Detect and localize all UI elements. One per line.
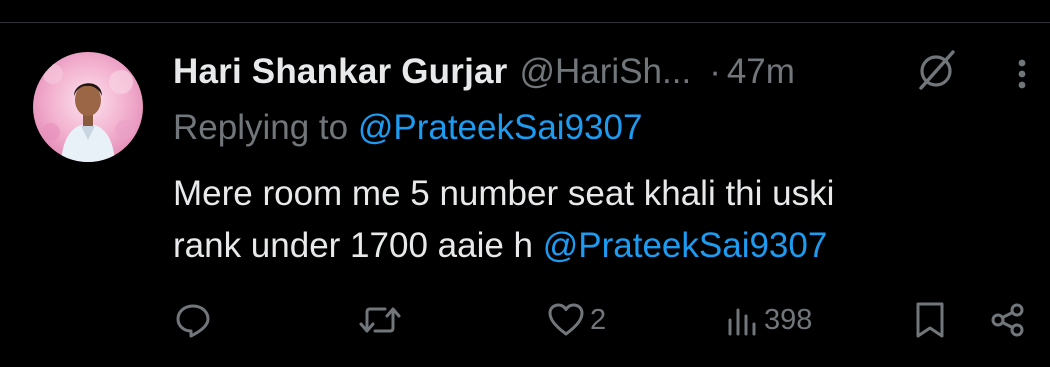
top-divider: [0, 22, 1050, 23]
share-button[interactable]: [988, 298, 1028, 342]
more-vertical-icon[interactable]: [1010, 54, 1034, 94]
like-button[interactable]: 2: [546, 298, 606, 342]
views-button[interactable]: 398: [726, 298, 812, 342]
tweet-text-line: Mere room me 5 number seat khali thi usk…: [173, 174, 835, 213]
tweet-timestamp[interactable]: 47m: [727, 52, 795, 92]
tweet-mention-link[interactable]: @PrateekSai9307: [543, 226, 828, 265]
user-avatar-photo-icon: [42, 64, 135, 162]
replying-to-line: Replying to @PrateekSai9307: [173, 108, 642, 148]
replying-to-mention-link[interactable]: @PrateekSai9307: [358, 108, 643, 147]
tweet-text-line: rank under 1700 aaie h @PrateekSai9307: [173, 220, 993, 272]
reply-icon: [176, 304, 210, 338]
repost-button[interactable]: [357, 298, 407, 342]
avatar[interactable]: [33, 52, 143, 162]
views-chart-icon: [728, 308, 756, 336]
author-display-name[interactable]: Hari Shankar Gurjar: [173, 52, 508, 92]
bookmark-button[interactable]: [912, 298, 948, 342]
replying-to-label: Replying to: [173, 108, 358, 147]
tweet-text: Mere room me 5 number seat khali thi usk…: [173, 168, 993, 272]
heart-icon: [548, 303, 584, 336]
views-count: 398: [764, 303, 813, 336]
grok-icon[interactable]: [913, 48, 959, 94]
repost-icon: [359, 307, 401, 333]
like-count: 2: [590, 303, 607, 336]
tweet-header: Hari Shankar Gurjar @HariSh... · 47m: [173, 50, 973, 94]
separator-dot: ·: [709, 52, 721, 91]
reply-button[interactable]: [173, 298, 217, 342]
bookmark-icon: [916, 302, 944, 338]
share-icon: [991, 303, 1024, 337]
tweet-text-segment: rank under 1700 aaie h: [173, 226, 543, 265]
author-handle[interactable]: @HariSh...: [520, 52, 692, 92]
